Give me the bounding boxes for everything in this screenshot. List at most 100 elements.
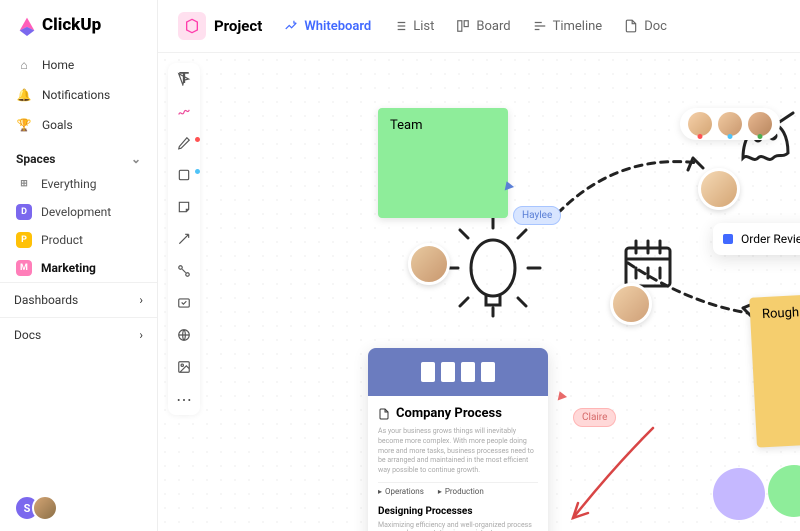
space-development[interactable]: DDevelopment bbox=[0, 198, 157, 226]
chevron-right-icon: › bbox=[139, 328, 143, 342]
space-m-icon: M bbox=[16, 260, 32, 276]
presence-avatars[interactable] bbox=[680, 108, 780, 140]
tool-relationship[interactable] bbox=[174, 261, 194, 281]
whiteboard-icon bbox=[284, 19, 298, 33]
sketch-lightbulb bbox=[438, 213, 548, 333]
chevron-right-icon: › bbox=[139, 293, 143, 307]
brand-name: ClickUp bbox=[42, 15, 101, 35]
tool-freehand[interactable] bbox=[174, 101, 194, 121]
spaces-header[interactable]: Spaces ⌄ bbox=[0, 140, 157, 170]
space-marketing-label: Marketing bbox=[41, 261, 96, 275]
shape-circle-purple[interactable] bbox=[713, 468, 765, 520]
cursor-claire-name: Claire bbox=[582, 412, 607, 423]
space-marketing[interactable]: M Marketing bbox=[0, 254, 157, 282]
chevron-down-icon: ⌄ bbox=[131, 152, 141, 166]
card-company-process[interactable]: Company Process As your business grows t… bbox=[368, 348, 548, 531]
canvas-toolbar: T ⋯ bbox=[168, 63, 200, 415]
presence-avatar-1[interactable] bbox=[688, 112, 712, 136]
tool-pen[interactable] bbox=[174, 133, 194, 153]
dashboards-label: Dashboards bbox=[14, 293, 78, 307]
list-icon bbox=[393, 19, 407, 33]
tool-task[interactable] bbox=[174, 293, 194, 313]
tool-connector[interactable] bbox=[174, 229, 194, 249]
view-doc[interactable]: Doc bbox=[624, 19, 667, 34]
view-timeline[interactable]: Timeline bbox=[533, 19, 603, 34]
sidebar: ClickUp ⌂ Home 🔔Notifications 🏆 Goals Spac… bbox=[0, 0, 158, 531]
canvas-avatar-1[interactable] bbox=[408, 243, 450, 285]
sticky-mockup[interactable]: Rough mockup bbox=[749, 288, 800, 447]
spaces-label: Spaces bbox=[16, 152, 55, 166]
avatar-self-letter: S bbox=[24, 502, 31, 515]
company-title-text: Company Process bbox=[396, 406, 502, 421]
cursor-haylee-icon bbox=[502, 180, 514, 191]
docs-label: Docs bbox=[14, 328, 41, 342]
cursor-claire-icon bbox=[555, 390, 567, 401]
card-title: Company Process bbox=[378, 406, 538, 421]
opt2-text: Production bbox=[445, 487, 484, 496]
project-label: Project bbox=[214, 17, 262, 35]
user-avatars[interactable]: S bbox=[14, 495, 50, 521]
card-header-illustration bbox=[368, 348, 548, 396]
sticky-team[interactable]: Team bbox=[378, 108, 508, 218]
card-order-review[interactable]: Order Review bbox=[713, 223, 800, 255]
project-title[interactable]: Project bbox=[178, 12, 262, 40]
color-red-dot bbox=[195, 137, 200, 142]
tool-sticky[interactable] bbox=[174, 197, 194, 217]
doc-icon bbox=[624, 19, 638, 33]
sketch-arrow-red bbox=[553, 418, 673, 531]
cursor-claire: Claire bbox=[573, 408, 616, 427]
bell-icon: 🔔 bbox=[16, 87, 32, 103]
nav-home-label: Home bbox=[42, 58, 74, 72]
nav-docs[interactable]: Docs › bbox=[0, 317, 157, 352]
view-list[interactable]: List bbox=[393, 19, 434, 34]
whiteboard-canvas[interactable]: T ⋯ Team Rough mockup Order Review bbox=[158, 53, 800, 531]
doc-icon bbox=[378, 408, 390, 420]
option-operations[interactable]: ▸ Operations bbox=[378, 487, 424, 496]
option-production[interactable]: ▸ Production bbox=[438, 487, 484, 496]
clickup-logo-icon bbox=[16, 14, 38, 36]
tool-image[interactable] bbox=[174, 357, 194, 377]
nav-notifications[interactable]: 🔔Notifications bbox=[0, 80, 157, 110]
trophy-icon: 🏆 bbox=[16, 117, 32, 133]
main: Project Whiteboard List Board Timeline D… bbox=[158, 0, 800, 531]
timeline-icon bbox=[533, 19, 547, 33]
avatar-peer[interactable] bbox=[32, 495, 58, 521]
canvas-avatar-3[interactable] bbox=[610, 283, 652, 325]
view-board-label: Board bbox=[476, 19, 510, 34]
tool-more[interactable]: ⋯ bbox=[174, 389, 194, 409]
color-blue-dot bbox=[195, 169, 200, 174]
card-options: ▸ Operations ▸ Production bbox=[378, 482, 538, 500]
opt1-text: Operations bbox=[385, 487, 424, 496]
nav-home[interactable]: ⌂ Home bbox=[0, 50, 157, 80]
nav-dashboards[interactable]: Dashboards › bbox=[0, 282, 157, 317]
view-timeline-label: Timeline bbox=[553, 19, 603, 34]
grid-icon: ⊞ bbox=[16, 176, 32, 192]
topbar: Project Whiteboard List Board Timeline D… bbox=[158, 0, 800, 53]
view-whiteboard[interactable]: Whiteboard bbox=[284, 19, 371, 34]
shape-circle-green[interactable] bbox=[768, 465, 800, 517]
space-product-label: Product bbox=[41, 233, 83, 247]
space-everything-label: Everything bbox=[41, 177, 96, 191]
presence-avatar-2[interactable] bbox=[718, 112, 742, 136]
nav-goals-label: Goals bbox=[42, 118, 73, 132]
tool-web[interactable] bbox=[174, 325, 194, 345]
presence-avatar-3[interactable] bbox=[748, 112, 772, 136]
view-board[interactable]: Board bbox=[456, 19, 510, 34]
space-everything[interactable]: ⊞ Everything bbox=[0, 170, 157, 198]
order-review-label: Order Review bbox=[741, 232, 800, 246]
space-product[interactable]: PProduct bbox=[0, 226, 157, 254]
canvas-avatar-2[interactable] bbox=[698, 168, 740, 210]
tool-shape[interactable] bbox=[174, 165, 194, 185]
space-d-icon: D bbox=[16, 204, 32, 220]
project-icon bbox=[178, 12, 206, 40]
sticky-mockup-text: Rough mockup bbox=[762, 303, 800, 323]
nav-goals[interactable]: 🏆 Goals bbox=[0, 110, 157, 140]
view-list-label: List bbox=[413, 19, 434, 34]
view-doc-label: Doc bbox=[644, 19, 667, 34]
logo[interactable]: ClickUp bbox=[0, 0, 157, 50]
tool-text[interactable]: T bbox=[174, 69, 194, 89]
cursor-haylee-name: Haylee bbox=[522, 210, 552, 221]
company-subtitle: Designing Processes bbox=[378, 506, 538, 517]
home-icon: ⌂ bbox=[16, 57, 32, 73]
view-whiteboard-label: Whiteboard bbox=[304, 19, 371, 34]
